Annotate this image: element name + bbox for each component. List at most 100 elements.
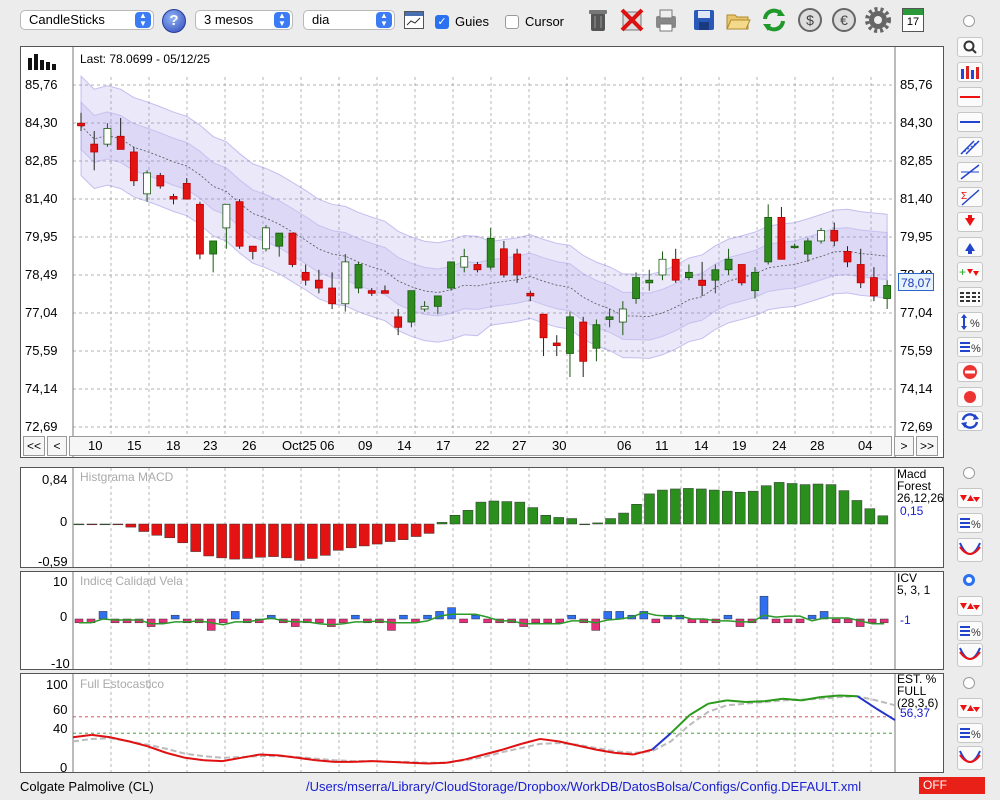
guides-checkbox[interactable]: ✓ xyxy=(435,15,449,29)
icv-value: -1 xyxy=(900,613,911,627)
time-axis-tick: Oct25 xyxy=(282,438,317,453)
fibonacci-button[interactable]: Σ xyxy=(957,187,983,207)
horizontal-line-icon xyxy=(960,96,980,98)
price-y-tick-right: 72,69 xyxy=(900,419,933,434)
print-icon[interactable] xyxy=(652,6,680,34)
levels-percent-icon: % xyxy=(960,518,981,531)
macd-bar xyxy=(825,484,837,525)
macd-bar xyxy=(683,488,694,525)
radio-stoch[interactable] xyxy=(963,677,975,689)
trend-line-icon xyxy=(960,164,980,180)
candle-body xyxy=(90,143,99,153)
sync-button[interactable] xyxy=(957,411,983,431)
range-percent-button[interactable]: % xyxy=(957,312,983,332)
icv-signals-button[interactable] xyxy=(957,596,983,616)
radio-macd[interactable] xyxy=(963,467,975,479)
candle-body xyxy=(632,277,640,299)
macd-bar xyxy=(371,523,383,545)
horizontal-line-blue-button[interactable] xyxy=(957,112,983,132)
macd-bar xyxy=(709,489,720,525)
help-button[interactable]: ? xyxy=(162,9,186,33)
time-axis-tick: 06 xyxy=(617,438,632,453)
macd-bar xyxy=(605,518,616,525)
icv-levels-button[interactable]: % xyxy=(957,621,983,641)
chart-window-button[interactable] xyxy=(404,11,424,29)
candle-body xyxy=(870,277,878,297)
arrows-updown-icon xyxy=(960,495,980,502)
arrow-down-button[interactable] xyxy=(957,212,983,232)
macd-bar xyxy=(851,500,863,525)
macd-signals-button[interactable] xyxy=(957,488,983,508)
calendar-button[interactable]: 17 xyxy=(902,8,924,32)
save-icon[interactable] xyxy=(690,6,718,34)
delete-chart-icon[interactable] xyxy=(618,6,646,34)
icv-bar xyxy=(591,618,601,631)
plus-arrows-icon: + xyxy=(959,265,979,279)
macd-bar xyxy=(151,523,163,536)
nav-next-button[interactable]: > xyxy=(894,436,914,456)
candle-body xyxy=(460,256,469,268)
candle-body xyxy=(447,261,455,289)
stoch-k-segment xyxy=(184,756,204,762)
time-axis-tick: 22 xyxy=(475,438,490,453)
radio-icv[interactable] xyxy=(963,574,975,586)
levels-percent-button[interactable]: % xyxy=(957,337,983,357)
stoch-curve-button[interactable] xyxy=(957,746,983,770)
open-folder-icon[interactable] xyxy=(724,6,752,34)
zoom-button[interactable] xyxy=(957,37,983,57)
trend-line-button[interactable] xyxy=(957,162,983,182)
candle-body xyxy=(843,251,852,263)
arrow-up-button[interactable] xyxy=(957,237,983,257)
horizontal-line-red-button[interactable] xyxy=(957,87,983,107)
stoch-k-segment xyxy=(670,714,691,734)
icv-bar xyxy=(315,618,324,624)
candle-body xyxy=(764,217,773,263)
refresh-icon[interactable] xyxy=(760,6,788,34)
nav-prev-button[interactable]: < xyxy=(47,436,67,456)
record-button[interactable] xyxy=(957,387,983,407)
sync-icon xyxy=(961,413,979,429)
stop-button[interactable] xyxy=(957,362,983,382)
icv-bar xyxy=(459,618,468,624)
candle-body xyxy=(539,313,548,339)
icv-bar xyxy=(651,618,661,624)
time-axis-tick: 10 xyxy=(88,438,103,453)
gear-icon[interactable] xyxy=(864,6,892,34)
signals-button[interactable]: + xyxy=(957,262,983,282)
price-panel[interactable] xyxy=(20,46,944,458)
off-status-badge[interactable]: OFF xyxy=(919,777,985,794)
stoch-k-segment xyxy=(764,697,784,703)
chart-type-select[interactable]: CandleSticks ▲ ▼ xyxy=(20,10,154,30)
dollar-sync-icon[interactable]: $ xyxy=(796,6,824,34)
channel-button[interactable] xyxy=(957,137,983,157)
macd-curve-button[interactable] xyxy=(957,538,983,562)
overlay-indicator-button[interactable] xyxy=(957,62,983,82)
period-select[interactable]: 3 mesos ▲ ▼ xyxy=(195,10,293,30)
trash-icon[interactable] xyxy=(584,6,612,34)
euro-icon[interactable]: € xyxy=(830,6,858,34)
macd-bar xyxy=(566,518,577,525)
config-path-link[interactable]: /Users/mserra/Library/CloudStorage/Dropb… xyxy=(306,779,861,794)
stoch-y-40: 40 xyxy=(53,721,68,736)
interval-select[interactable]: dia ▲ ▼ xyxy=(303,10,395,30)
macd-bar xyxy=(99,523,111,526)
nav-last-button[interactable]: >> xyxy=(916,436,938,456)
chart-type-value: CandleSticks xyxy=(29,12,105,27)
cursor-checkbox[interactable] xyxy=(505,15,519,29)
price-chart[interactable] xyxy=(21,47,943,457)
macd-levels-button[interactable]: % xyxy=(957,513,983,533)
radio-main-chart[interactable] xyxy=(963,15,975,27)
stoch-levels-button[interactable]: % xyxy=(957,723,983,743)
macd-bar xyxy=(462,510,474,525)
stoch-signals-button[interactable] xyxy=(957,698,983,718)
macd-bar xyxy=(229,523,240,560)
candle-body xyxy=(526,292,535,297)
candle-body xyxy=(275,232,284,247)
nav-first-button[interactable]: << xyxy=(23,436,45,456)
candle-body xyxy=(711,269,720,281)
stoch-y-60: 60 xyxy=(53,702,68,717)
macd-bar xyxy=(268,523,279,557)
table-button[interactable] xyxy=(957,287,983,307)
icv-bar xyxy=(399,614,408,620)
icv-curve-button[interactable] xyxy=(957,643,983,667)
